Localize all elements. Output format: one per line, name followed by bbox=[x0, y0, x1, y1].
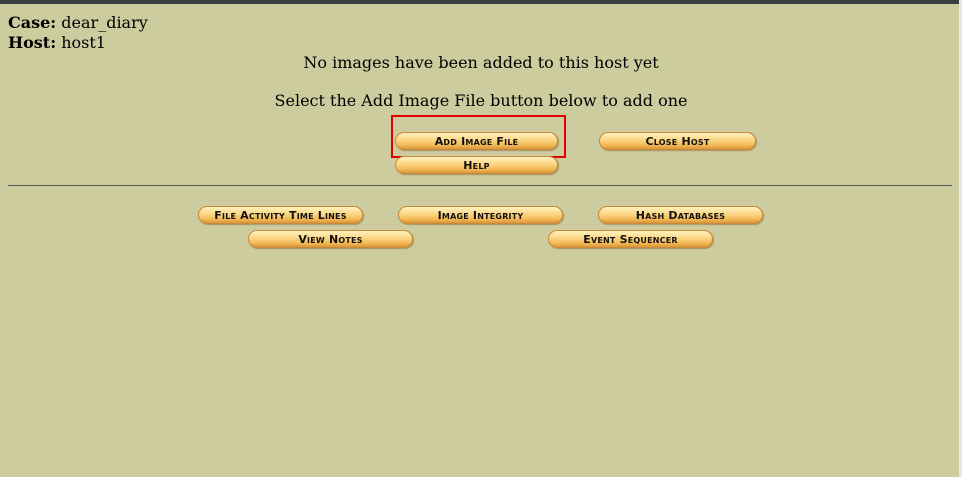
host-name: host1 bbox=[61, 33, 106, 52]
window-top-bar bbox=[0, 0, 962, 4]
case-line: Case: dear_diary bbox=[8, 13, 148, 33]
case-label: Case: bbox=[8, 13, 57, 32]
event-sequencer-button[interactable]: Event Sequencer bbox=[548, 230, 713, 248]
no-images-message: No images have been added to this host y… bbox=[303, 53, 659, 72]
host-label: Host: bbox=[8, 33, 57, 52]
hash-databases-button[interactable]: Hash Databases bbox=[598, 206, 763, 224]
file-activity-time-lines-button[interactable]: File Activity Time Lines bbox=[198, 206, 363, 224]
help-button[interactable]: Help bbox=[395, 156, 558, 174]
case-name: dear_diary bbox=[61, 13, 148, 32]
close-host-button[interactable]: Close Host bbox=[599, 132, 756, 150]
image-integrity-button[interactable]: Image Integrity bbox=[398, 206, 563, 224]
view-notes-button[interactable]: View Notes bbox=[248, 230, 413, 248]
section-divider bbox=[8, 185, 952, 186]
add-image-file-button[interactable]: Add Image File bbox=[395, 132, 558, 150]
host-line: Host: host1 bbox=[8, 33, 148, 53]
instruction-message: Select the Add Image File button below t… bbox=[274, 91, 688, 110]
case-host-info: Case: dear_diary Host: host1 bbox=[8, 13, 148, 53]
